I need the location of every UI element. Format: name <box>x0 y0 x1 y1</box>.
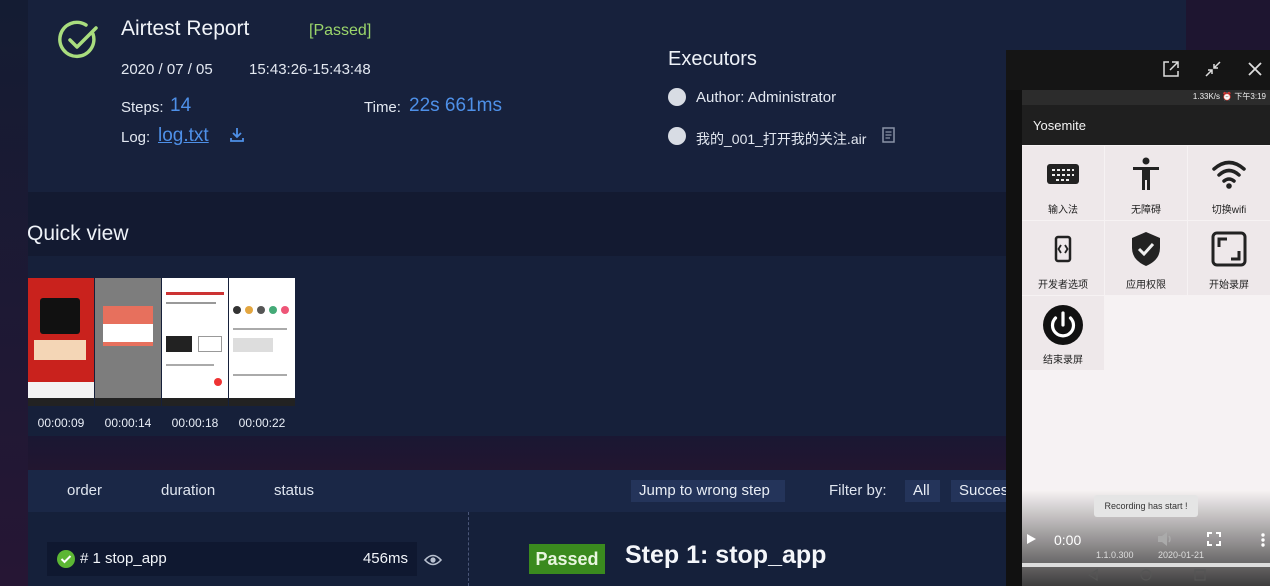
tile-caption: 开始录屏 <box>1209 280 1249 291</box>
device-titlebar <box>1006 50 1270 90</box>
footer-date: 2020-01-21 <box>1158 550 1205 560</box>
column-duration[interactable]: duration <box>161 482 215 499</box>
app-title: Yosemite <box>1033 118 1086 133</box>
wifi-icon <box>1211 156 1247 192</box>
status-badge: Passed <box>529 544 605 574</box>
power-icon <box>1042 304 1084 346</box>
video-time: 0:00 <box>1054 532 1082 548</box>
report-time-range: 15:43:26-15:43:48 <box>249 61 371 78</box>
nav-back-icon[interactable] <box>1086 568 1100 582</box>
panel-divider <box>468 512 469 586</box>
check-circle-icon <box>58 19 100 61</box>
minimize-icon[interactable] <box>1204 60 1222 78</box>
nav-recents-icon[interactable] <box>1193 568 1207 582</box>
thumbnail-4[interactable] <box>229 278 295 406</box>
tile-caption: 输入法 <box>1048 205 1078 216</box>
nav-home-icon[interactable] <box>1139 568 1153 582</box>
tile-stop-recording[interactable]: 结束录屏 <box>1022 296 1104 370</box>
popout-icon[interactable] <box>1162 60 1180 78</box>
time-label: Time: <box>364 99 401 116</box>
copy-icon[interactable] <box>880 127 896 145</box>
log-label: Log: <box>121 129 151 146</box>
thumbnail-2[interactable] <box>95 278 161 406</box>
executors-heading: Executors <box>668 48 757 70</box>
log-link[interactable]: log.txt <box>158 125 209 147</box>
more-options-icon[interactable] <box>1260 532 1266 548</box>
shield-check-icon <box>1128 231 1164 267</box>
thumbnail-time-1: 00:00:09 <box>37 416 85 430</box>
status-bar-text: 1.33K/s ⏰ 下午3:19 <box>1192 92 1266 101</box>
tile-switch-wifi[interactable]: 切换wifi <box>1188 146 1270 220</box>
thumbnail-time-3: 00:00:18 <box>171 416 219 430</box>
device-window: 1.33K/s ⏰ 下午3:19 Yosemite 输入法 无障碍 切换wifi… <box>1006 50 1270 586</box>
page-margin-left <box>0 0 28 586</box>
executor-author: Author: Administrator <box>696 89 837 106</box>
tile-developer-options[interactable]: 开发者选项 <box>1022 221 1104 295</box>
filter-success-button[interactable]: Succes <box>951 480 1011 502</box>
video-progress-bar[interactable] <box>1022 563 1270 567</box>
steps-label: Steps: <box>121 99 164 116</box>
report-title: Airtest Report <box>121 17 250 40</box>
tile-caption: 结束录屏 <box>1043 355 1083 366</box>
executor-script: 我的_001_打开我的关注.air <box>696 131 867 147</box>
filter-label: Filter by: <box>829 482 887 499</box>
total-time: 22s 661ms <box>409 95 502 116</box>
thumbnail-1[interactable] <box>28 278 94 406</box>
tile-caption: 切换wifi <box>1211 205 1247 216</box>
tile-start-recording[interactable]: 开始录屏 <box>1188 221 1270 295</box>
volume-icon[interactable] <box>1156 531 1174 547</box>
step-title: Step 1: stop_app <box>625 541 827 569</box>
step-duration: 456ms <box>362 550 408 567</box>
report-result: [Passed] <box>309 22 372 39</box>
quick-view-heading: Quick view <box>27 222 129 245</box>
play-icon[interactable] <box>1024 532 1038 546</box>
developer-icon <box>1045 231 1081 267</box>
executor-radio[interactable] <box>668 88 686 106</box>
toast-message: Recording has start ! <box>1094 495 1198 517</box>
thumbnail-time-4: 00:00:22 <box>238 416 286 430</box>
steps-count: 14 <box>170 95 192 116</box>
column-status[interactable]: status <box>274 482 314 499</box>
keyboard-icon <box>1045 156 1081 192</box>
tile-caption: 开发者选项 <box>1038 280 1088 291</box>
filter-all-button[interactable]: All <box>905 480 940 502</box>
fullscreen-toggle-icon[interactable] <box>1207 532 1221 546</box>
script-radio[interactable] <box>668 127 686 145</box>
step-passed-icon <box>57 550 75 568</box>
tile-accessibility[interactable]: 无障碍 <box>1105 146 1187 220</box>
footer-version: 1.1.0.300 <box>1096 550 1134 560</box>
step-label: # 1 stop_app <box>80 550 167 567</box>
tile-app-permissions[interactable]: 应用权限 <box>1105 221 1187 295</box>
close-icon[interactable] <box>1246 60 1264 78</box>
tile-input-method[interactable]: 输入法 <box>1022 146 1104 220</box>
accessibility-icon <box>1128 156 1164 192</box>
download-icon[interactable] <box>229 127 245 143</box>
thumbnail-time-2: 00:00:14 <box>104 416 152 430</box>
tile-caption: 应用权限 <box>1126 280 1166 291</box>
column-order[interactable]: order <box>67 482 102 499</box>
tile-caption: 无障碍 <box>1131 205 1161 216</box>
jump-to-wrong-step-button[interactable]: Jump to wrong step <box>631 480 785 502</box>
thumbnail-3[interactable] <box>162 278 228 406</box>
report-date: 2020 / 07 / 05 <box>121 61 213 78</box>
fullscreen-icon <box>1211 231 1247 267</box>
eye-icon[interactable] <box>423 553 443 567</box>
